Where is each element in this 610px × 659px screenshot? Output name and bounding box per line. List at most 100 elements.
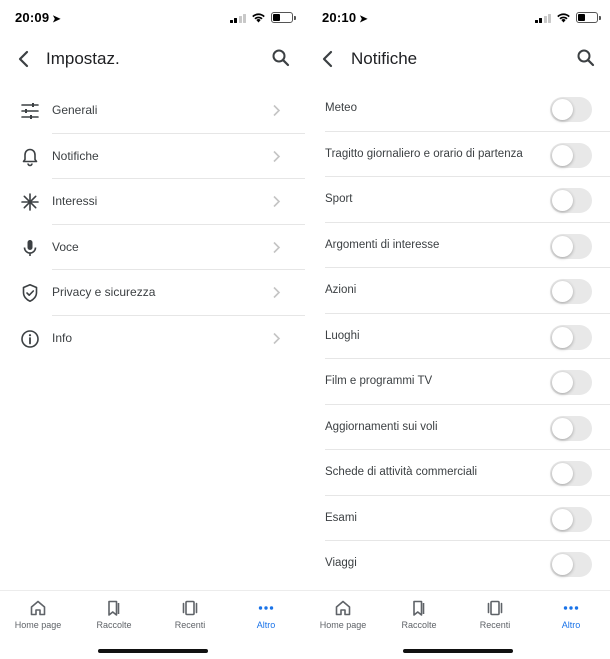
toggle-knob (552, 235, 573, 257)
nav-label: Raccolte (401, 620, 437, 630)
notification-setting-row: Tragitto giornaliero e orario di partenz… (305, 132, 610, 177)
settings-list: Generali Notifiche Interessi Voce Privac… (0, 88, 305, 361)
page-title: Impostaz. (46, 49, 120, 68)
notification-setting-row: Sport (305, 177, 610, 223)
page-title: Notifiche (351, 49, 418, 68)
microphone-icon (23, 239, 37, 256)
status-icons (229, 12, 296, 23)
notification-toggle[interactable] (550, 415, 592, 441)
nav-label: Raccolte (96, 620, 132, 630)
notification-toggle[interactable] (550, 324, 592, 350)
notification-toggle[interactable] (550, 552, 592, 577)
settings-item-voce[interactable]: Voce (0, 225, 305, 270)
battery-icon (576, 12, 601, 23)
back-arrow-icon[interactable] (318, 48, 340, 70)
search-icon[interactable] (271, 48, 291, 68)
home-icon (335, 600, 351, 616)
toggle-knob (552, 463, 573, 484)
nav-item-altro[interactable]: Altro (228, 591, 304, 637)
wifi-icon (252, 13, 265, 23)
settings-item-info[interactable]: Info (0, 316, 305, 362)
nav-item-altro[interactable]: Altro (533, 591, 609, 637)
recent-cards-icon (487, 600, 503, 616)
nav-item-home[interactable]: Home page (0, 591, 76, 637)
more-dots-icon (258, 606, 274, 610)
back-arrow-icon[interactable] (14, 48, 36, 70)
settings-item-label: Generali (52, 103, 98, 117)
notification-setting-label: Film e programmi TV (325, 375, 433, 387)
cellular-signal-icon (534, 13, 551, 23)
toggle-knob (552, 144, 573, 166)
notification-toggle[interactable] (550, 370, 592, 395)
nav-label: Home page (319, 620, 367, 630)
location-arrow-icon: ➤ (52, 14, 61, 25)
settings-item-privacy[interactable]: Privacy e sicurezza (0, 270, 305, 316)
status-bar: 20:10 ➤ (305, 0, 610, 36)
wifi-icon (557, 13, 570, 23)
notification-setting-row: Meteo (305, 86, 610, 132)
nav-label: Home page (14, 620, 62, 630)
status-time-text: 20:10 (322, 10, 357, 25)
home-indicator[interactable] (402, 649, 513, 653)
chevron-right-icon (273, 332, 281, 344)
notification-setting-row: Viaggi (305, 541, 610, 587)
settings-item-generali[interactable]: Generali (0, 88, 305, 134)
asterisk-icon (21, 193, 39, 211)
notification-toggle[interactable] (550, 97, 592, 122)
notification-setting-label: Esami (325, 511, 357, 524)
settings-item-notifiche[interactable]: Notifiche (0, 134, 305, 179)
settings-screen: 20:09 ➤ Impostaz. Generali Notifiche Inte… (0, 0, 305, 659)
notification-setting-label: Sport (325, 193, 353, 205)
settings-item-interessi[interactable]: Interessi (0, 179, 305, 225)
notification-setting-row: Schede di attività commerciali (305, 450, 610, 496)
chevron-right-icon (273, 286, 281, 299)
notification-setting-row: Argomenti di interesse (305, 223, 610, 268)
search-icon[interactable] (576, 48, 596, 68)
notification-setting-label: Argomenti di interesse (325, 238, 440, 251)
notification-toggle[interactable] (550, 506, 592, 532)
notification-toggle[interactable] (550, 461, 592, 486)
nav-label: Recenti (174, 620, 206, 630)
toggle-knob (552, 508, 573, 530)
app-header: Impostaz. (0, 42, 305, 76)
settings-item-label: Info (52, 330, 73, 345)
settings-item-label: Voce (52, 239, 79, 254)
notification-setting-row: Esami (305, 496, 610, 541)
bell-icon (22, 148, 38, 166)
chevron-right-icon (273, 241, 281, 253)
nav-label: Altro (256, 620, 276, 630)
nav-item-recenti[interactable]: Recenti (457, 591, 533, 637)
nav-item-home[interactable]: Home page (305, 591, 381, 637)
nav-label: Recenti (479, 620, 511, 630)
notification-setting-label: Schede di attività commerciali (325, 466, 478, 478)
notification-setting-label: Viaggi (325, 557, 357, 569)
notification-setting-label: Azioni (325, 284, 357, 296)
notification-setting-row: Azioni (305, 268, 610, 314)
home-indicator[interactable] (97, 649, 208, 653)
location-arrow-icon: ➤ (359, 14, 368, 25)
settings-item-label: Notifiche (52, 148, 99, 163)
toggle-knob (552, 326, 573, 348)
nav-item-recenti[interactable]: Recenti (152, 591, 228, 637)
nav-label: Altro (561, 620, 581, 630)
toggle-knob (552, 554, 573, 575)
toggle-knob (552, 281, 573, 302)
recent-cards-icon (182, 600, 198, 616)
app-header: Notifiche (305, 42, 610, 76)
nav-item-raccolte[interactable]: Raccolte (381, 591, 457, 637)
nav-item-raccolte[interactable]: Raccolte (76, 591, 152, 637)
chevron-right-icon (273, 104, 281, 117)
bookmark-icon (108, 600, 120, 616)
toggle-knob (552, 372, 573, 393)
toggle-knob (552, 190, 573, 211)
battery-icon (271, 12, 296, 23)
notification-toggle[interactable] (550, 142, 592, 168)
status-icons (534, 12, 601, 23)
chevron-right-icon (273, 195, 281, 208)
notification-toggle[interactable] (550, 188, 592, 213)
notification-toggle[interactable] (550, 279, 592, 304)
cellular-signal-icon (229, 13, 246, 23)
notification-toggle[interactable] (550, 233, 592, 259)
notification-settings-list: Meteo Tragitto giornaliero e orario di pa… (305, 86, 610, 587)
notification-setting-label: Luoghi (325, 329, 360, 342)
